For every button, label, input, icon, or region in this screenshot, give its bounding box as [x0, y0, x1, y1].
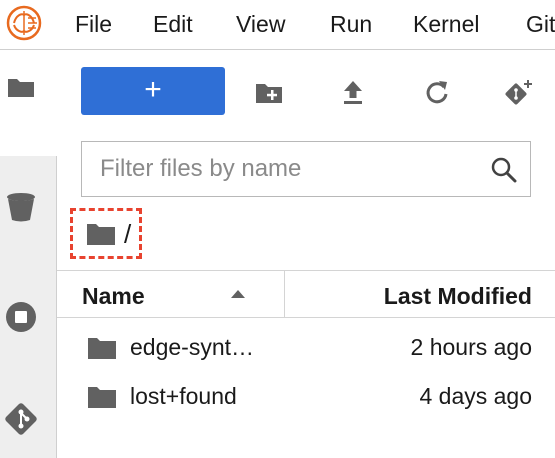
modified-column-header[interactable]: Last Modified	[384, 283, 532, 309]
stop-circle-icon[interactable]	[4, 300, 38, 334]
trash-icon[interactable]	[4, 190, 38, 224]
list-item[interactable]: lost+found 4 days ago	[57, 371, 555, 419]
new-launcher-label: +	[144, 73, 162, 106]
file-name: edge-synt…	[130, 334, 255, 360]
menu-run[interactable]: Run	[330, 10, 372, 38]
menu-edit[interactable]: Edit	[153, 10, 193, 38]
file-modified: 2 hours ago	[410, 334, 532, 360]
git-clone-icon[interactable]	[503, 78, 533, 108]
search-icon	[491, 157, 517, 183]
git-icon[interactable]	[4, 402, 38, 436]
new-launcher-button[interactable]: +	[81, 67, 225, 115]
filter-box	[81, 141, 531, 197]
folder-icon	[88, 387, 116, 408]
name-column-header[interactable]: Name	[82, 283, 145, 309]
menu-kernel[interactable]: Kernel	[413, 10, 479, 38]
jupyter-brain-logo-icon	[6, 5, 42, 41]
menu-view[interactable]: View	[236, 10, 285, 38]
new-folder-icon[interactable]	[254, 78, 284, 108]
menu-bar: File Edit View Run Kernel Git	[0, 0, 555, 50]
breadcrumb-home-folder-icon[interactable]	[86, 222, 116, 246]
filter-input[interactable]	[100, 152, 470, 186]
sort-ascending-icon	[231, 290, 245, 298]
menu-git[interactable]: Git	[526, 10, 555, 38]
folder-icon[interactable]	[4, 70, 38, 104]
list-item[interactable]: edge-synt… 2 hours ago	[57, 322, 555, 370]
file-name: lost+found	[130, 383, 237, 409]
upload-icon[interactable]	[338, 78, 368, 108]
file-modified: 4 days ago	[419, 383, 532, 409]
menu-file[interactable]: File	[75, 10, 112, 38]
column-divider[interactable]	[284, 271, 285, 317]
refresh-icon[interactable]	[422, 78, 452, 108]
breadcrumb-root[interactable]: /	[124, 219, 131, 249]
folder-icon	[88, 338, 116, 359]
